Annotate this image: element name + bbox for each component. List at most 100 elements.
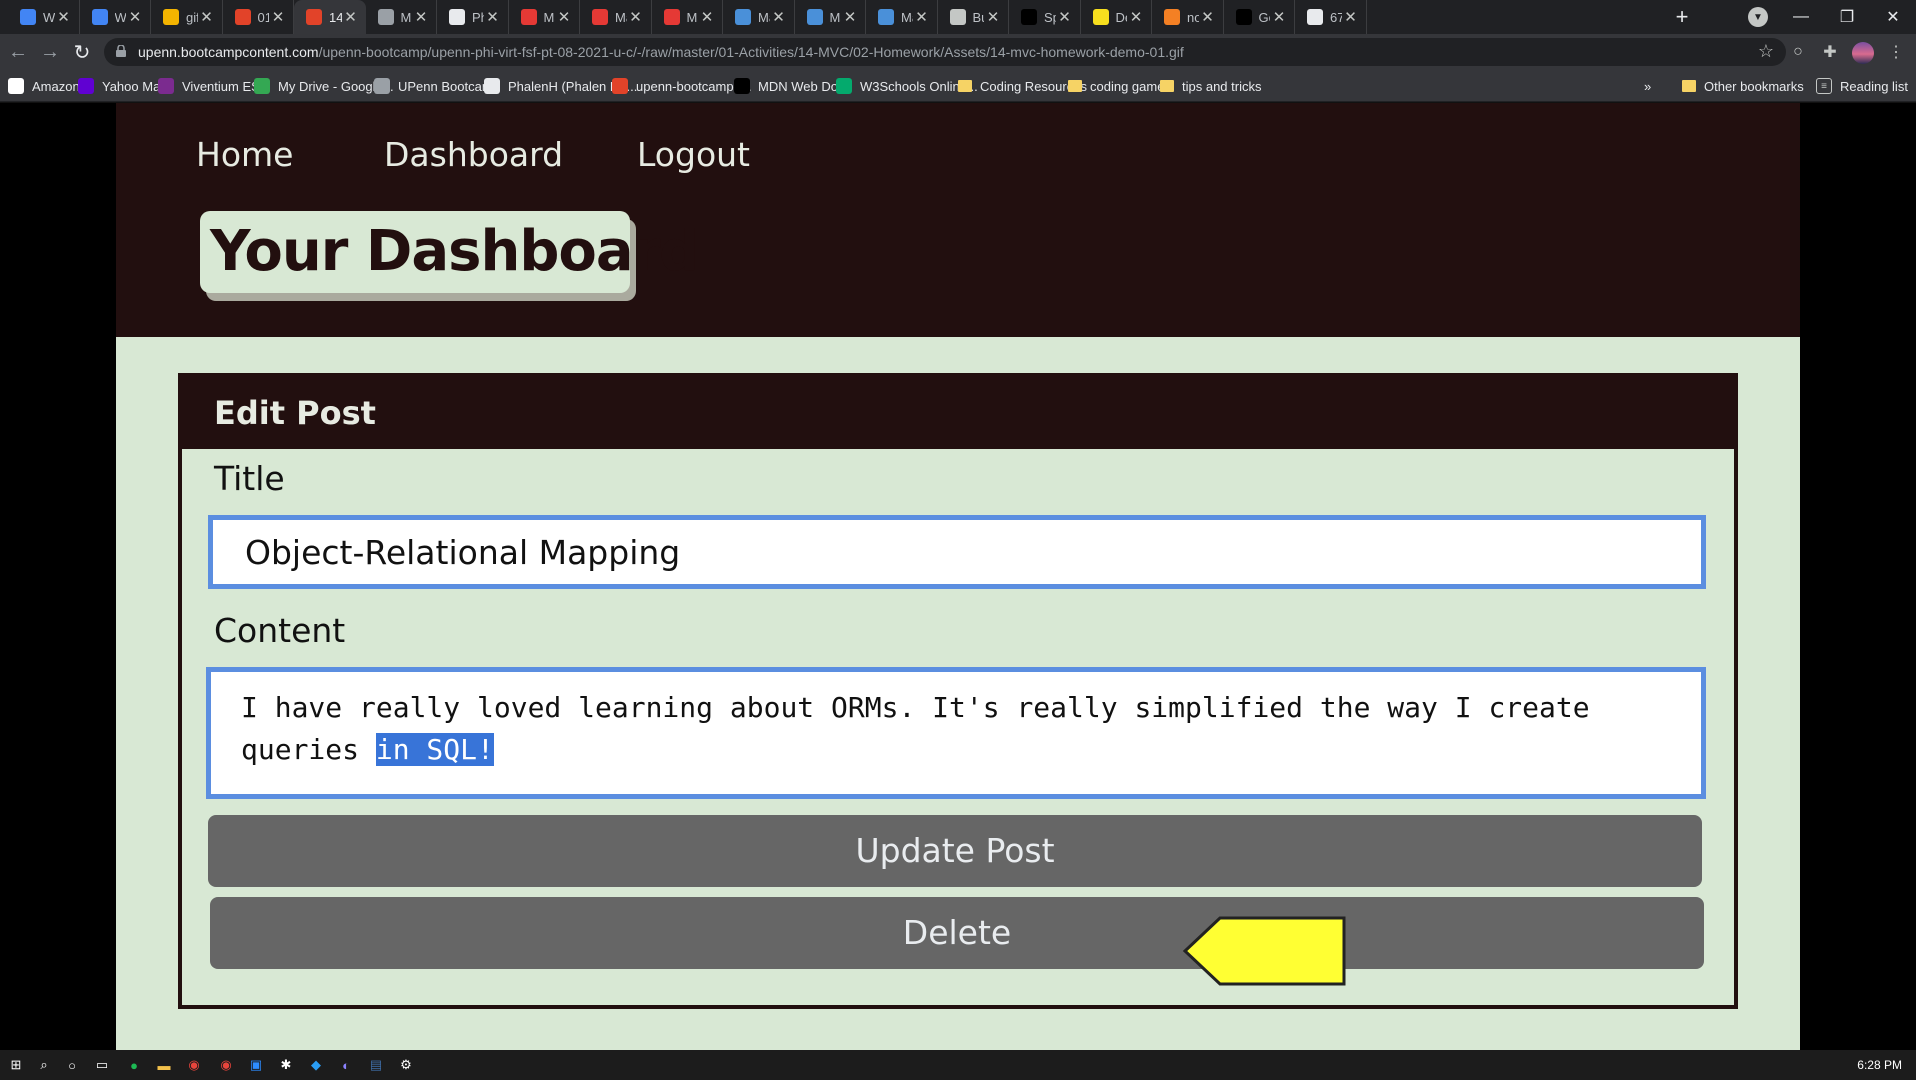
- github-icon: [484, 78, 500, 94]
- mdn-icon: [734, 78, 750, 94]
- chrome-icon[interactable]: ◉: [216, 1055, 236, 1075]
- task-view-icon[interactable]: ▭: [92, 1055, 112, 1075]
- cortana-icon[interactable]: ○: [62, 1055, 82, 1075]
- tab-17[interactable]: Gen✕: [1224, 0, 1295, 34]
- restore-icon[interactable]: ❐: [1824, 0, 1870, 34]
- tab-close-icon[interactable]: ✕: [484, 8, 502, 26]
- back-icon[interactable]: ←: [4, 38, 32, 66]
- tab-7[interactable]: Mar✕: [509, 0, 580, 34]
- bookmark-item[interactable]: coding games: [1068, 70, 1171, 102]
- profile-avatar[interactable]: [1852, 42, 1874, 64]
- extensions-puzzle-icon[interactable]: ✚: [1820, 42, 1840, 62]
- bookmark-item[interactable]: Amazon: [8, 70, 80, 102]
- page-viewport: Home Dashboard Logout Your Dashboard Edi…: [0, 103, 1916, 1050]
- tab-0[interactable]: Wee✕: [8, 0, 80, 34]
- tab-close-icon[interactable]: ✕: [1199, 8, 1217, 26]
- windows-start-icon[interactable]: ⊞: [6, 1055, 26, 1075]
- tab-close-icon[interactable]: ✕: [1270, 8, 1288, 26]
- other-bookmarks[interactable]: Other bookmarks: [1682, 70, 1804, 102]
- title-input[interactable]: [208, 515, 1706, 589]
- folder-icon: [1068, 80, 1082, 92]
- tab-11[interactable]: Mar✕: [795, 0, 866, 34]
- bookmark-star-icon[interactable]: ☆: [1758, 41, 1774, 62]
- tab-10[interactable]: Mar✕: [723, 0, 795, 34]
- tab-close-icon[interactable]: ✕: [1342, 8, 1360, 26]
- search-icon[interactable]: ⌕: [34, 1055, 54, 1075]
- tab-strip: + ▼ — ❐ ✕ Wee✕Wee✕gift-✕01-/✕14-r✕Mu✕Pha…: [0, 0, 1916, 34]
- chrome-icon[interactable]: ◉: [184, 1055, 204, 1075]
- bookmarks-bar: » Other bookmarks ≡ Reading list Amazon Ya…: [0, 70, 1916, 102]
- js-icon: [1092, 9, 1109, 25]
- tab-15[interactable]: Dep✕: [1081, 0, 1152, 34]
- tab-close-icon[interactable]: ✕: [913, 8, 931, 26]
- tab-search-icon[interactable]: ▼: [1748, 7, 1768, 27]
- content-textarea[interactable]: I have really loved learning about ORMs.…: [206, 667, 1706, 799]
- tab-close-icon[interactable]: ✕: [698, 8, 716, 26]
- tab-close-icon[interactable]: ✕: [770, 8, 788, 26]
- reload-icon[interactable]: ↻: [68, 38, 96, 66]
- menu-kebab-icon[interactable]: ⋮: [1886, 42, 1906, 62]
- settings-icon[interactable]: ⚙: [396, 1055, 416, 1075]
- terminal-icon[interactable]: ▤: [366, 1055, 386, 1075]
- tab-18[interactable]: 67 E✕: [1295, 0, 1367, 34]
- pointer-arrow-icon: [1182, 916, 1346, 986]
- minimize-icon[interactable]: —: [1778, 0, 1824, 34]
- bookmark-item[interactable]: tips and tricks: [1160, 70, 1261, 102]
- tab-close-icon[interactable]: ✕: [126, 8, 144, 26]
- spotify-icon[interactable]: ●: [124, 1055, 144, 1075]
- app-icon[interactable]: ◐: [336, 1055, 356, 1075]
- forward-icon[interactable]: →: [36, 38, 64, 66]
- bookmark-item[interactable]: My Drive - Google...: [254, 70, 394, 102]
- tab-3[interactable]: 01-/✕: [223, 0, 294, 34]
- tab-close-icon[interactable]: ✕: [627, 8, 645, 26]
- tab-close-icon[interactable]: ✕: [1127, 8, 1145, 26]
- mdn-icon: [1021, 9, 1037, 25]
- marked-icon: [663, 9, 680, 25]
- tab-12[interactable]: Mar✕: [866, 0, 938, 34]
- tab-6[interactable]: Phal✕: [437, 0, 509, 34]
- tab-close-icon[interactable]: ✕: [198, 8, 216, 26]
- tab-close-icon[interactable]: ✕: [984, 8, 1002, 26]
- file-explorer-icon[interactable]: ▬: [154, 1055, 174, 1075]
- nav-dashboard-link[interactable]: Dashboard: [384, 135, 563, 174]
- tab-8[interactable]: Mar✕: [580, 0, 652, 34]
- browser-toolbar: ← → ↻ upenn.bootcampcontent.com/upenn-bo…: [0, 34, 1916, 70]
- delete-button[interactable]: Delete: [210, 897, 1704, 969]
- tab-16[interactable]: nod✕: [1152, 0, 1224, 34]
- tab-close-icon[interactable]: ✕: [555, 8, 573, 26]
- tab-title: Wee: [114, 9, 127, 25]
- address-bar[interactable]: upenn.bootcampcontent.com/upenn-bootcamp…: [104, 38, 1786, 66]
- nav-home-link[interactable]: Home: [196, 135, 293, 174]
- zoom-icon[interactable]: ▣: [246, 1055, 266, 1075]
- nav-logout-link[interactable]: Logout: [637, 135, 750, 174]
- tab-close-icon[interactable]: ✕: [1056, 8, 1074, 26]
- close-window-icon[interactable]: ✕: [1870, 0, 1916, 34]
- extension-circle-icon[interactable]: ○: [1788, 42, 1808, 62]
- tab-close-icon[interactable]: ✕: [269, 8, 287, 26]
- taskbar-clock: 6:28 PM: [1857, 1058, 1902, 1072]
- bookmark-item[interactable]: Yahoo Mail: [78, 70, 166, 102]
- globe-icon: [377, 9, 394, 25]
- new-tab-button[interactable]: +: [1668, 0, 1696, 34]
- tab-close-icon[interactable]: ✕: [55, 8, 73, 26]
- tab-9[interactable]: Mar✕: [652, 0, 723, 34]
- bookmark-item[interactable]: UPenn Bootcamp: [374, 70, 500, 102]
- tab-close-icon[interactable]: ✕: [412, 8, 430, 26]
- tab-14[interactable]: Spre✕: [1009, 0, 1081, 34]
- slack-icon[interactable]: ✱: [276, 1055, 296, 1075]
- tab-4[interactable]: 14-r✕: [294, 0, 366, 34]
- bookmark-item[interactable]: W3Schools Online...: [836, 70, 978, 102]
- vscode-icon[interactable]: ◆: [306, 1055, 326, 1075]
- tab-1[interactable]: Wee✕: [80, 0, 151, 34]
- bookmarks-overflow-icon[interactable]: »: [1644, 70, 1651, 102]
- bookmark-item[interactable]: MDN Web Docs: [734, 70, 851, 102]
- reading-list[interactable]: ≡ Reading list: [1816, 70, 1908, 102]
- tab-5[interactable]: Mu✕: [366, 0, 437, 34]
- update-post-button[interactable]: Update Post: [208, 815, 1702, 887]
- tab-close-icon[interactable]: ✕: [342, 8, 360, 26]
- tab-2[interactable]: gift-✕: [151, 0, 223, 34]
- bookmark-item[interactable]: upenn-bootcamp /...: [612, 70, 752, 102]
- tab-13[interactable]: Built✕: [938, 0, 1009, 34]
- bookmark-item[interactable]: Viventium ESS: [158, 70, 268, 102]
- tab-close-icon[interactable]: ✕: [841, 8, 859, 26]
